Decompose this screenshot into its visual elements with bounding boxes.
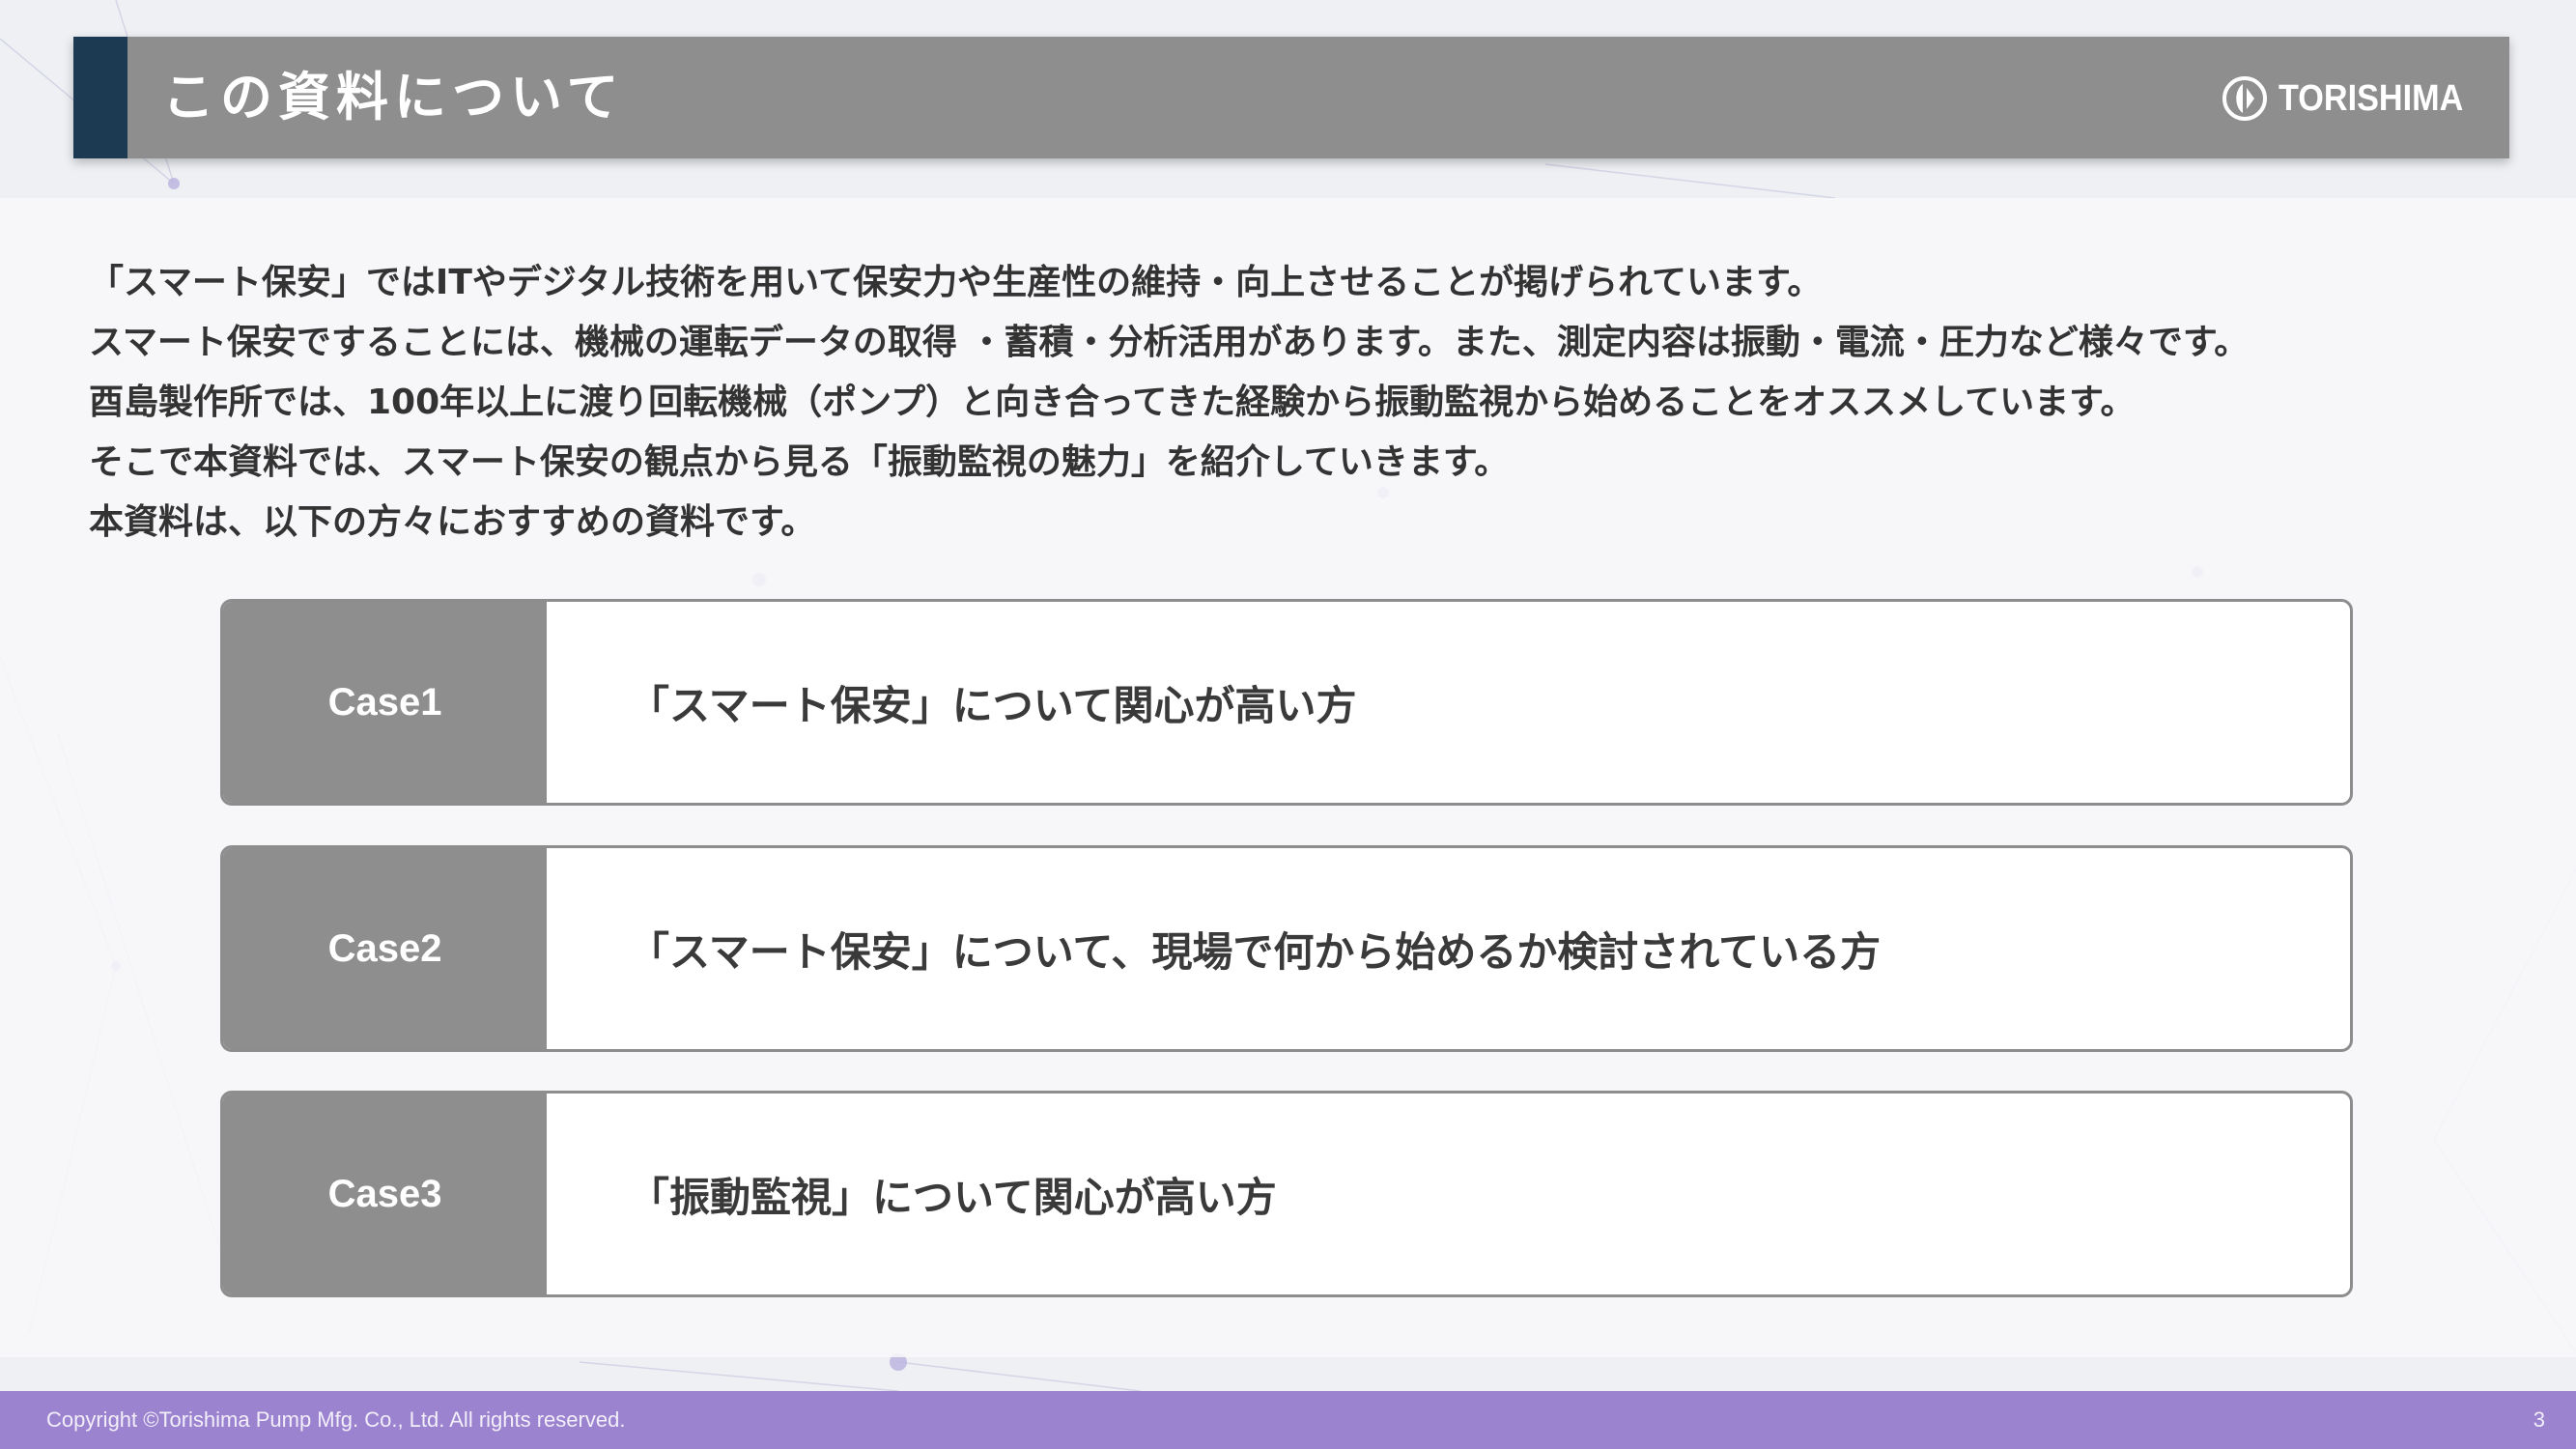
page-title: この資料について <box>162 67 625 128</box>
case-text: 「振動監視」について関心が高い方 <box>629 1173 1277 1221</box>
footer-bar: Copyright ©Torishima Pump Mfg. Co., Ltd.… <box>0 1391 2576 1449</box>
case-row-1: Case1 「スマート保安」について関心が高い方 <box>220 599 2353 806</box>
intro-line: そこで本資料では、スマート保安の観点から見る「振動監視の魅力」を紹介していきます… <box>89 442 1510 482</box>
case-text: 「スマート保安」について、現場で何から始めるか検討されている方 <box>629 927 1882 976</box>
case-row-3: Case3 「振動監視」について関心が高い方 <box>220 1091 2353 1297</box>
header-accent-block <box>73 37 127 158</box>
company-logo: TORISHIMA <box>2221 71 2484 126</box>
case-label: Case2 <box>223 848 547 1049</box>
intro-line: 酉島製作所では、100年以上に渡り回転機械（ポンプ）と向き合ってきた経験から振動… <box>89 383 2136 422</box>
intro-line: 「スマート保安」ではITやデジタル技術を用いて保安力や生産性の維持・向上させるこ… <box>89 263 1823 302</box>
logo-text: TORISHIMA <box>2279 77 2464 119</box>
page-number: 3 <box>2533 1407 2545 1432</box>
case-label: Case1 <box>223 602 547 803</box>
case-label: Case3 <box>223 1094 547 1294</box>
case-text: 「スマート保安」について関心が高い方 <box>629 681 1357 729</box>
intro-line: 本資料は、以下の方々におすすめの資料です。 <box>89 502 816 542</box>
intro-line: スマート保安ですることには、機械の運転データの取得 ・蓄積・分析活用があります。… <box>89 323 2250 362</box>
intro-text: 「スマート保安」ではITやデジタル技術を用いて保安力や生産性の維持・向上させるこ… <box>89 253 2523 553</box>
copyright-text: Copyright ©Torishima Pump Mfg. Co., Ltd.… <box>46 1407 626 1432</box>
torishima-logo-mark-icon <box>2222 76 2268 121</box>
case-row-2: Case2 「スマート保安」について、現場で何から始めるか検討されている方 <box>220 845 2353 1052</box>
